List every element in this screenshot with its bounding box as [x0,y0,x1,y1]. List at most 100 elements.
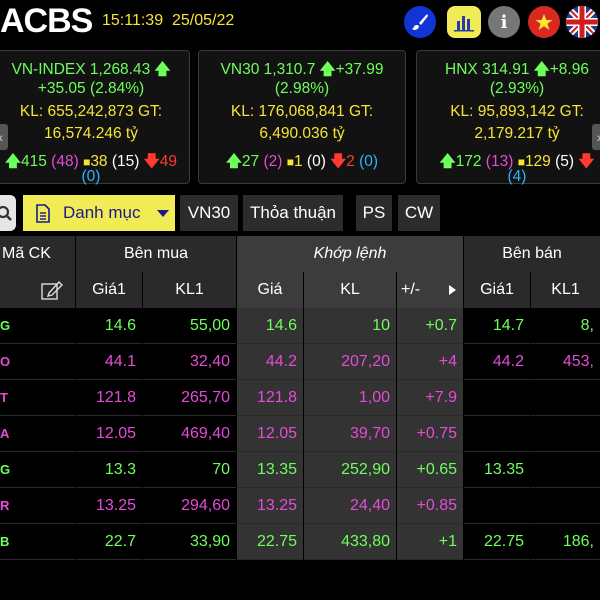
index-percent: (2.84%) [89,80,145,97]
change-cell: +0.7 [397,308,463,344]
top-bar: ACBS 15:11:39 25/05/22 i [0,0,600,44]
vol-cell: 252,90 [304,452,396,488]
sell-price-cell: 22.75 [464,524,530,560]
index-name: HNX [445,61,478,78]
triangle-right-icon [449,285,456,295]
date: 25/05/22 [171,12,235,29]
symbol-cell: G [0,452,75,488]
change-cell: +0.65 [397,452,463,488]
caret-down-icon [157,210,169,217]
col-buy-vol: KL1 [143,272,236,308]
table-row[interactable]: A 12.05 469,40 12.05 39,70 +0.75 [0,416,600,452]
price-cell: 13.35 [237,452,303,488]
price-cell: 121.8 [237,380,303,416]
price-cell: 14.6 [237,308,303,344]
sell-price-cell: 14.7 [464,308,530,344]
search-icon [0,205,12,221]
vol-cell: 24,40 [304,488,396,524]
symbol-cell: O [0,344,75,380]
tab-vn30[interactable]: VN30 [180,195,238,231]
sell-vol-cell [531,416,600,452]
info-icon[interactable]: i [488,6,520,38]
vol-cell: 1,00 [304,380,396,416]
tab-negotiated[interactable]: Thỏa thuận [243,195,343,231]
floor-count: (0) [359,153,379,170]
col-change-label: +/- [401,281,421,298]
index-percent: (2.98%) [274,80,330,97]
edit-icon[interactable] [0,272,75,308]
index-change: +37.99 [335,61,384,78]
floor-count: (4) [507,168,527,185]
tab-watchlist[interactable]: Danh mục [23,195,175,231]
price-cell: 13.25 [237,488,303,524]
sell-price-cell: 44.2 [464,344,530,380]
index-volume: 176,068,841 [258,103,345,120]
kl-label: KL: [450,103,474,120]
table-row[interactable]: T 121.8 265,70 121.8 1,00 +7.9 [0,380,600,416]
buy-price-cell: 13.3 [76,452,142,488]
sell-vol-cell [531,488,600,524]
gt-label: GT: [559,103,584,120]
chart-icon[interactable] [447,6,481,38]
change-cell: +7.9 [397,380,463,416]
buy-price-cell: 12.05 [76,416,142,452]
symbol-cell: R [0,488,75,524]
header-match: Khớp lệnh [237,236,463,272]
col-vol: KL [304,272,396,308]
price-cell: 22.75 [237,524,303,560]
table-row[interactable]: R 13.25 294,60 13.25 24,40 +0.85 [0,488,600,524]
index-card-hnx[interactable]: HNX 314.91 🡅+8.96 (2.93%) KL: 95,893,142… [416,50,600,185]
index-turnover: 16,574.246 tỷ [44,125,138,142]
arrow-up-icon: 🡅 [225,153,242,170]
col-change[interactable]: +/- [397,272,463,308]
gt-label: GT: [137,103,163,120]
index-card-vnindex[interactable]: VN-INDEX 1,268.43 🡅 +35.05 (2.84%) KL: 6… [0,50,190,185]
table-row[interactable]: G 14.6 55,00 14.6 10 +0.7 14.7 8, [0,308,600,344]
buy-price-cell: 13.25 [76,488,142,524]
sell-price-cell: 13.35 [464,452,530,488]
sell-vol-cell: 186, [531,524,600,560]
table-column-header: Giá1 KL1 Giá KL +/- Giá1 KL1 [0,272,600,308]
buy-price-cell: 22.7 [76,524,142,560]
price-cell: 44.2 [237,344,303,380]
col-sell-vol: KL1 [531,272,600,308]
price-board: Mã CK Bên mua Khớp lệnh Bên bán Giá1 KL1… [0,236,600,600]
index-change: +8.96 [549,61,589,78]
index-value: 1,268.43 [89,61,151,78]
change-cell: +0.75 [397,416,463,452]
index-volume: 655,242,873 [47,103,134,120]
buy-vol-cell: 265,70 [143,380,236,416]
index-card-vn30[interactable]: VN30 1,310.7 🡅+37.99 (2.98%) KL: 176,068… [198,50,406,184]
document-icon [36,204,50,223]
header-buy: Bên mua [76,236,236,272]
col-buy-price: Giá1 [76,272,142,308]
time: 15:11:39 [102,12,164,29]
index-value: 314.91 [482,61,530,78]
index-turnover: 2,179.217 tỷ [474,125,560,142]
table-group-header: Mã CK Bên mua Khớp lệnh Bên bán [0,236,600,272]
tab-cw[interactable]: CW [398,195,440,231]
buy-vol-cell: 55,00 [143,308,236,344]
ceiling-count: (2) [263,153,283,170]
buy-vol-cell: 33,90 [143,524,236,560]
table-row[interactable]: O 44.1 32,40 44.2 207,20 +4 44.2 453, [0,344,600,380]
uk-flag-icon[interactable] [566,6,598,38]
change-cell: +0.85 [397,488,463,524]
tab-ps[interactable]: PS [356,195,392,231]
scroll-right-icon[interactable]: › [592,124,600,150]
table-row[interactable]: B 22.7 33,90 22.75 433,80 +1 22.75 186, [0,524,600,560]
index-name: VN30 [220,61,260,78]
scroll-left-icon[interactable]: ‹ [0,124,8,150]
table-row[interactable]: G 13.3 70 13.35 252,90 +0.65 13.35 [0,452,600,488]
arrow-up-icon: 🡅 [533,61,550,78]
symbol-cell: G [0,308,75,344]
sell-price-cell [464,416,530,452]
tab-bar: Danh mục VN30 Thỏa thuận PS CW [0,190,600,236]
index-summary-row: VN-INDEX 1,268.43 🡅 +35.05 (2.84%) KL: 6… [0,44,600,190]
ref-square-icon: ■ [517,155,525,169]
symbol-cell: A [0,416,75,452]
brush-icon[interactable] [404,6,436,38]
change-cell: +1 [397,524,463,560]
vietnam-flag-icon[interactable] [528,6,560,38]
search-button[interactable] [0,195,16,231]
